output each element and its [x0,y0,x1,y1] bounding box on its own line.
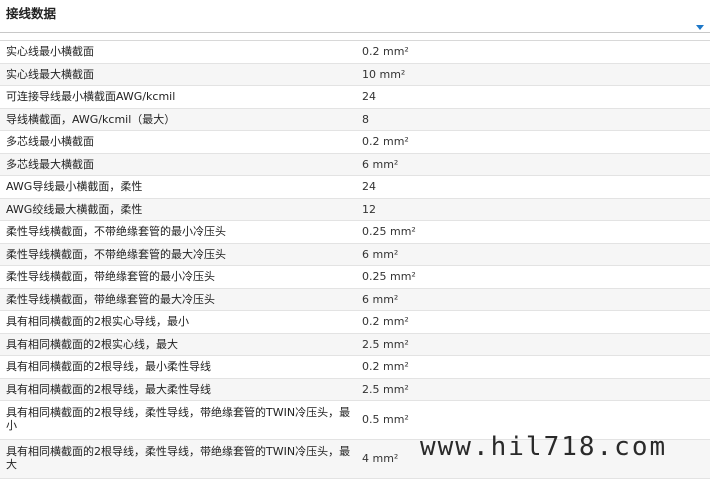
row-value: 0.5 mm² [362,413,409,426]
table-row: 多芯线最小横截面 0.2 mm² [0,130,710,153]
row-label: 具有相同横截面的2根导线，最小柔性导线 [6,360,211,373]
row-value: 8 [362,112,369,126]
row-value: 2.5 mm² [362,337,409,351]
row-value: 6 mm² [362,292,399,306]
row-label: 柔性导线横截面，不带绝缘套管的最小冷压头 [6,225,226,238]
table-row: 具有相同横截面的2根实心导线，最小 0.2 mm² [0,310,710,333]
row-value: 12 [362,202,376,216]
table-row: 柔性导线横截面，带绝缘套管的最小冷压头 0.25 mm² [0,265,710,288]
table-row: AWG绞线最大横截面，柔性 12 [0,197,710,220]
row-value: 24 [362,90,376,103]
row-label: AWG导线最小横截面，柔性 [6,180,143,193]
row-label: 柔性导线横截面，带绝缘套管的最大冷压头 [6,292,215,306]
row-value: 10 mm² [362,67,406,81]
row-label: AWG绞线最大横截面，柔性 [6,202,143,216]
table-row: 具有相同横截面的2根实心线，最大 2.5 mm² [0,332,710,355]
row-value: 4 mm² [362,452,399,465]
row-label: 具有相同横截面的2根导线，最大柔性导线 [6,382,211,396]
row-label: 具有相同横截面的2根实心导线，最小 [6,315,189,328]
row-value: 6 mm² [362,157,399,171]
table-row: 具有相同横截面的2根导线，最小柔性导线 0.2 mm² [0,355,710,378]
row-value: 24 [362,180,376,193]
table-row: 柔性导线横截面，不带绝缘套管的最小冷压头 0.25 mm² [0,220,710,243]
row-value: 0.2 mm² [362,360,409,373]
table-row: 导线横截面，AWG/kcmil（最大） 8 [0,107,710,130]
table-row: 实心线最小横截面 0.2 mm² [0,40,710,63]
row-label: 具有相同横截面的2根实心线，最大 [6,337,178,351]
row-value: 0.25 mm² [362,225,416,238]
row-label: 实心线最小横截面 [6,45,94,58]
table-row: 具有相同横截面的2根导线，最大柔性导线 2.5 mm² [0,377,710,400]
row-label: 可连接导线最小横截面AWG/kcmil [6,90,176,103]
collapse-arrow-icon[interactable] [696,25,704,30]
table-row: AWG导线最小横截面，柔性 24 [0,175,710,198]
section-title: 接线数据 [6,6,57,21]
table-row: 实心线最大横截面 10 mm² [0,62,710,85]
site-watermark: www.hil718.com [420,432,668,462]
row-label: 多芯线最小横截面 [6,135,94,148]
row-label: 导线横截面，AWG/kcmil（最大） [6,112,176,126]
table-row: 多芯线最大横截面 6 mm² [0,152,710,175]
row-value: 2.5 mm² [362,382,409,396]
row-value: 0.25 mm² [362,270,416,283]
row-label: 实心线最大横截面 [6,67,94,81]
row-label: 多芯线最大横截面 [6,157,94,171]
table-row: 柔性导线横截面，不带绝缘套管的最大冷压头 6 mm² [0,242,710,265]
table-row: 柔性导线横截面，带绝缘套管的最大冷压头 6 mm² [0,287,710,310]
row-label: 柔性导线横截面，带绝缘套管的最小冷压头 [6,270,215,283]
row-value: 0.2 mm² [362,315,409,328]
connection-data-table: 实心线最小横截面 0.2 mm² 实心线最大横截面 10 mm² 可连接导线最小… [0,40,710,479]
table-row: 可连接导线最小横截面AWG/kcmil 24 [0,85,710,108]
section-header: 接线数据 [0,0,710,33]
row-label: 柔性导线横截面，不带绝缘套管的最大冷压头 [6,247,226,261]
row-label: 具有相同横截面的2根导线，柔性导线，带绝缘套管的TWIN冷压头，最小 [6,406,351,432]
row-value: 0.2 mm² [362,135,409,148]
row-value: 6 mm² [362,247,399,261]
row-value: 0.2 mm² [362,45,409,58]
row-label: 具有相同横截面的2根导线，柔性导线，带绝缘套管的TWIN冷压头，最大 [6,445,351,471]
